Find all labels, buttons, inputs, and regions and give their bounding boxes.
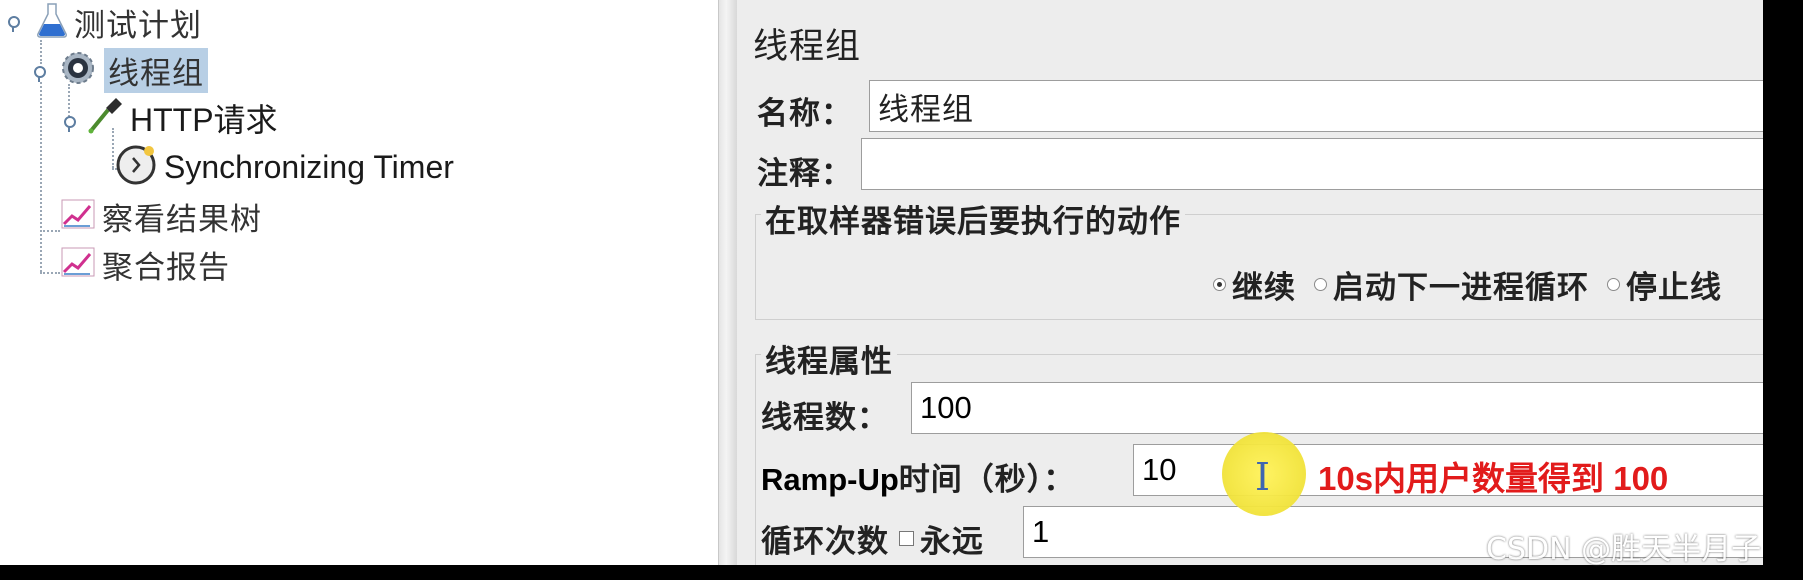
thread-properties-legend: 线程属性 bbox=[761, 336, 897, 381]
pipette-icon bbox=[86, 96, 124, 140]
radio-continue-dot bbox=[1213, 278, 1226, 291]
radio-start-next-loop[interactable]: 启动下一进程循环 bbox=[1314, 262, 1589, 307]
rampup-label-latin: Ramp-Up bbox=[761, 462, 899, 497]
name-field[interactable]: 线程组 bbox=[869, 80, 1763, 132]
tree-node-thread-group[interactable]: 线程组 bbox=[58, 47, 208, 93]
gear-icon bbox=[58, 48, 98, 92]
radio-start-next-loop-dot bbox=[1314, 278, 1327, 291]
tree-node-http-request[interactable]: HTTP请求 bbox=[86, 96, 278, 140]
threads-label: 线程数： bbox=[761, 400, 889, 436]
rampup-label-cn: 时间（秒）： bbox=[898, 462, 1076, 498]
tree-label-aggregate-report: 聚合报告 bbox=[102, 249, 230, 286]
tree-node-sync-timer[interactable]: Synchronizing Timer bbox=[114, 145, 454, 189]
tree-node-aggregate-report[interactable]: 聚合报告 bbox=[60, 242, 230, 286]
rampup-label: Ramp-Up时间（秒）： bbox=[761, 454, 1075, 499]
threads-field-value: 100 bbox=[920, 390, 972, 425]
tree-line bbox=[40, 230, 60, 232]
graph-icon bbox=[60, 246, 96, 282]
graph-icon bbox=[60, 198, 96, 234]
rampup-field-value: 10 bbox=[1142, 452, 1177, 487]
comment-field[interactable] bbox=[861, 138, 1763, 190]
text-cursor-icon: I bbox=[1255, 455, 1271, 499]
error-action-legend: 在取样器错误后要执行的动作 bbox=[761, 196, 1185, 241]
name-label: 名称： bbox=[757, 96, 853, 132]
forever-checkbox[interactable] bbox=[899, 531, 914, 546]
tree-label-view-results-tree: 察看结果树 bbox=[102, 201, 262, 238]
loop-count-field-value: 1 bbox=[1032, 514, 1050, 549]
tree-label-http-request: HTTP请求 bbox=[130, 102, 278, 138]
tree-node-view-results-tree[interactable]: 察看结果树 bbox=[60, 194, 262, 238]
test-plan-tree: 测试计划 线程组 HTTP请求 Synchronizing Timer 察看结果… bbox=[0, 0, 718, 565]
radio-continue-label: 继续 bbox=[1232, 270, 1296, 306]
right-black-border bbox=[1763, 0, 1803, 580]
loop-count-row-label: 循环次数 永远 bbox=[761, 516, 984, 561]
threads-field[interactable]: 100 bbox=[911, 382, 1763, 434]
timer-icon bbox=[114, 143, 158, 191]
expand-toggle-http-request[interactable] bbox=[64, 116, 76, 132]
radio-stop-thread-label: 停止线 bbox=[1626, 270, 1722, 306]
comment-label: 注释： bbox=[757, 156, 853, 192]
tree-node-test-plan[interactable]: 测试计划 bbox=[36, 0, 202, 44]
panel-splitter[interactable] bbox=[718, 0, 738, 565]
tree-label-sync-timer: Synchronizing Timer bbox=[164, 148, 454, 185]
expand-toggle-test-plan[interactable] bbox=[8, 16, 20, 32]
radio-continue[interactable]: 继续 bbox=[1213, 262, 1296, 307]
radio-stop-thread[interactable]: 停止线 bbox=[1607, 262, 1722, 307]
flask-icon bbox=[36, 2, 68, 42]
radio-stop-thread-dot bbox=[1607, 278, 1620, 291]
expand-toggle-thread-group[interactable] bbox=[34, 66, 46, 82]
watermark: CSDN @胜天半月子 bbox=[1486, 532, 1762, 567]
tree-line bbox=[40, 82, 42, 272]
tree-label-thread-group: 线程组 bbox=[104, 47, 208, 93]
annotation-text: 10s内用户数量得到 100 bbox=[1318, 460, 1669, 497]
radio-start-next-loop-label: 启动下一进程循环 bbox=[1333, 270, 1589, 306]
page-title: 线程组 bbox=[753, 27, 862, 67]
forever-label: 永远 bbox=[920, 524, 984, 560]
tree-line bbox=[40, 272, 60, 274]
loop-count-label: 循环次数 bbox=[761, 524, 889, 560]
error-action-options: 继续 启动下一进程循环 停止线 bbox=[1207, 262, 1722, 307]
tree-label-test-plan: 测试计划 bbox=[74, 7, 202, 44]
name-field-value: 线程组 bbox=[878, 91, 974, 128]
